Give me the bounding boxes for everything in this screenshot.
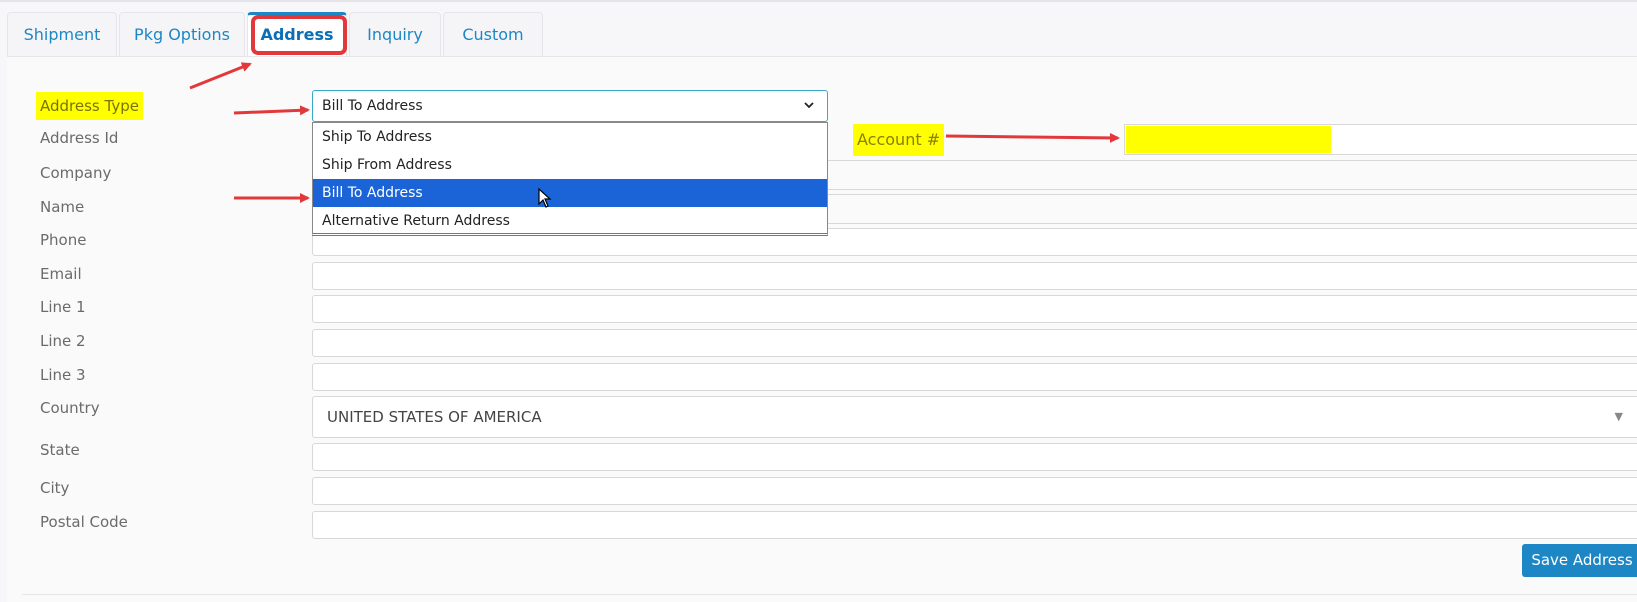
country-select[interactable]: UNITED STATES OF AMERICA ▼ bbox=[312, 396, 1637, 438]
option-ship-from-address[interactable]: Ship From Address bbox=[313, 151, 827, 179]
company-field-edge bbox=[828, 160, 1637, 161]
cursor-icon bbox=[538, 187, 552, 212]
line2-input[interactable] bbox=[312, 329, 1637, 357]
address-id-label: Address Id bbox=[40, 129, 119, 147]
tab-inquiry[interactable]: Inquiry bbox=[349, 12, 441, 56]
tab-custom[interactable]: Custom bbox=[443, 12, 543, 56]
name-field-edge bbox=[828, 194, 1637, 195]
address-type-select[interactable]: Bill To Address bbox=[312, 90, 828, 122]
country-label: Country bbox=[40, 399, 100, 417]
line2-label: Line 2 bbox=[40, 332, 86, 350]
tab-pkg-options[interactable]: Pkg Options bbox=[119, 12, 245, 56]
address-type-value: Bill To Address bbox=[322, 98, 423, 114]
name-field-bottom bbox=[828, 223, 1637, 224]
save-address-button[interactable]: Save Address bbox=[1522, 544, 1637, 577]
line3-input[interactable] bbox=[312, 363, 1637, 391]
state-input[interactable] bbox=[312, 443, 1637, 471]
postal-code-label: Postal Code bbox=[40, 513, 128, 531]
city-input[interactable] bbox=[312, 477, 1637, 505]
email-label: Email bbox=[40, 265, 82, 283]
address-type-dropdown: Ship To Address Ship From Address Bill T… bbox=[312, 122, 828, 236]
caret-down-icon: ▼ bbox=[1614, 410, 1623, 423]
city-label: City bbox=[40, 479, 70, 497]
name-label: Name bbox=[40, 198, 85, 216]
tab-address[interactable]: Address bbox=[247, 12, 347, 56]
line3-label: Line 3 bbox=[40, 366, 86, 384]
address-type-label: Address Type bbox=[36, 92, 143, 120]
option-alternative-return-address[interactable]: Alternative Return Address bbox=[313, 207, 827, 235]
tab-shipment[interactable]: Shipment bbox=[7, 12, 117, 56]
line1-label: Line 1 bbox=[40, 298, 86, 316]
company-label: Company bbox=[40, 164, 112, 182]
top-divider bbox=[0, 0, 1637, 2]
option-bill-to-address[interactable]: Bill To Address bbox=[313, 179, 827, 207]
phone-label: Phone bbox=[40, 231, 87, 249]
line1-input[interactable] bbox=[312, 295, 1637, 323]
company-field-bottom bbox=[828, 189, 1637, 190]
state-label: State bbox=[40, 441, 80, 459]
postal-code-input[interactable] bbox=[312, 511, 1637, 539]
account-number-highlight bbox=[1126, 126, 1331, 153]
account-number-label: Account # bbox=[853, 124, 945, 156]
country-value: UNITED STATES OF AMERICA bbox=[327, 408, 542, 426]
email-input[interactable] bbox=[312, 262, 1637, 290]
panel-bottom-divider bbox=[22, 594, 1637, 595]
option-ship-to-address[interactable]: Ship To Address bbox=[313, 123, 827, 151]
